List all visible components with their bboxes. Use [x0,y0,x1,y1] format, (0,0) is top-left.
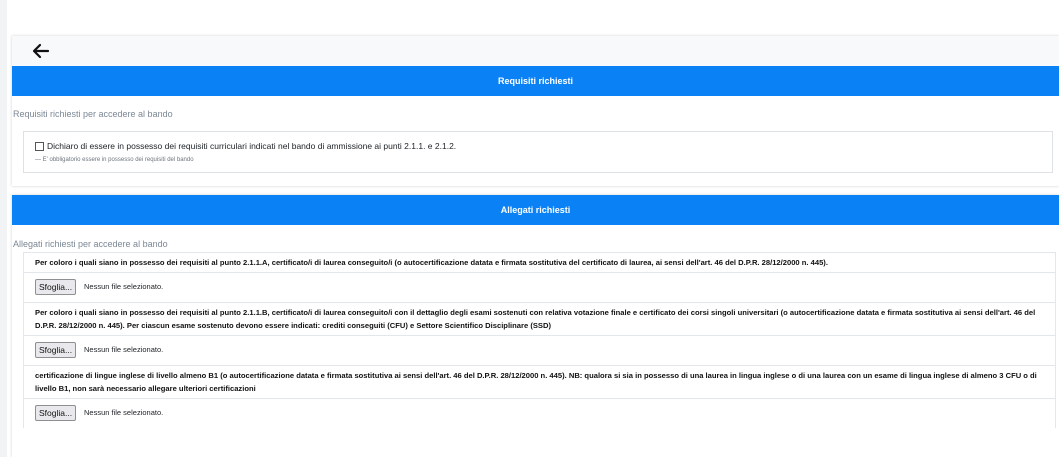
requisiti-subtitle: Requisiti richiesti per accedere al band… [13,109,173,119]
browse-button[interactable]: Sfoglia... [35,279,77,295]
allegato-description: Per coloro i quali siano in possesso dei… [23,252,1056,272]
left-strip [0,0,7,457]
back-row [12,36,1059,66]
allegato-description: certificazione di lingue inglese di live… [23,365,1056,398]
requisiti-checkbox-group: Dichiaro di essere in possesso dei requi… [23,131,1053,173]
allegati-subtitle: Allegati richiesti per accedere al bando [13,239,168,249]
requisiti-header: Requisiti richiesti [12,66,1059,96]
browse-button[interactable]: Sfoglia... [35,405,77,421]
allegato-file-input: Sfoglia... Nessun file selezionato. [23,398,1056,428]
requisiti-help-text: — E' obbligatorio essere in possesso dei… [35,157,194,163]
requisiti-checkbox-label[interactable]: Dichiaro di essere in possesso dei requi… [47,141,456,151]
allegati-card: Allegati richiesti Allegati richiesti pe… [12,195,1059,457]
requisiti-card: Requisiti richiesti Requisiti richiesti … [12,36,1059,186]
requisiti-checkbox[interactable] [35,141,44,151]
arrow-left-icon[interactable] [31,41,51,61]
allegato-file-input: Sfoglia... Nessun file selezionato. [23,335,1056,365]
requisiti-checkbox-row[interactable]: Dichiaro di essere in possesso dei requi… [35,141,456,151]
browse-button[interactable]: Sfoglia... [35,342,77,358]
file-status: Nessun file selezionato. [84,408,164,417]
allegati-list: Per coloro i quali siano in possesso dei… [23,252,1056,428]
allegato-file-input: Sfoglia... Nessun file selezionato. [23,272,1056,302]
top-bar [7,0,1059,36]
allegato-description: Per coloro i quali siano in possesso dei… [23,302,1056,335]
file-status: Nessun file selezionato. [84,282,164,291]
allegati-header: Allegati richiesti [12,195,1059,225]
page: Requisiti richiesti Requisiti richiesti … [0,0,1059,457]
file-status: Nessun file selezionato. [84,345,164,354]
